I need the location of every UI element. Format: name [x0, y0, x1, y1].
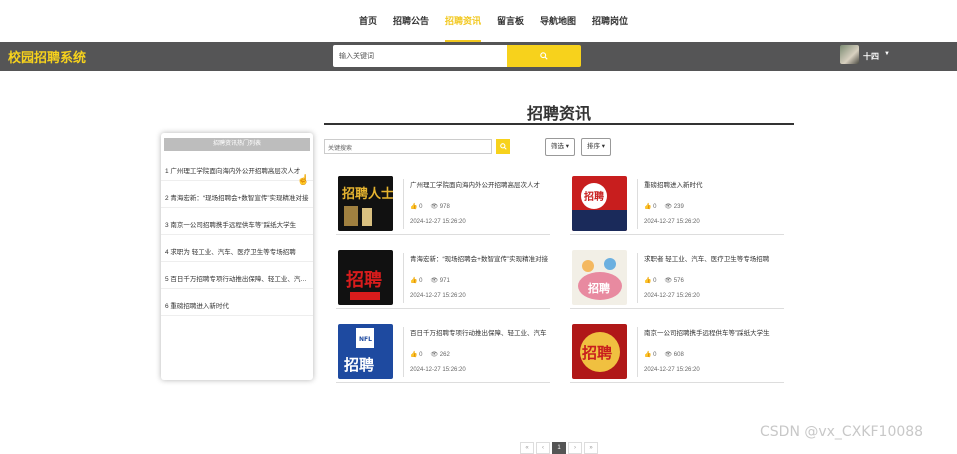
filter-input[interactable]: 关键搜索 — [324, 139, 492, 154]
svg-text:招聘: 招聘 — [344, 356, 374, 374]
hot-list-item[interactable]: 3 南京一公司招聘携手远程供车等”踩纸大学生 — [161, 209, 313, 235]
news-card[interactable]: NFL 招聘 百日千万招聘专项行动推出保障、轻工业、汽车 👍 0 👁 262 202… — [336, 321, 550, 383]
like-icon: 👍 0 — [644, 278, 657, 284]
news-title[interactable]: 求职者 轻工业、汽车、医疗卫生等专场招聘 — [644, 253, 784, 263]
news-date: 2024-12-27 15:26:20 — [644, 367, 700, 373]
username[interactable]: 十四 — [863, 51, 879, 62]
news-date: 2024-12-27 15:26:20 — [644, 219, 700, 225]
sort-dropdown[interactable]: 排序 ▾ — [581, 138, 612, 156]
top-nav: 首页 招聘公告 招聘资讯 留言板 导航地图 招聘岗位 — [0, 0, 957, 42]
hot-list-item[interactable]: 5 百日千万招聘专项行动推出保障、轻工业、汽车等 — [161, 263, 313, 289]
like-icon: 👍 0 — [644, 352, 657, 358]
nav-jobs[interactable]: 招聘岗位 — [592, 0, 628, 42]
news-date: 2024-12-27 15:26:20 — [410, 367, 466, 373]
title-divider — [324, 123, 794, 125]
news-thumbnail: 招聘 — [572, 176, 627, 231]
filter-dropdown[interactable]: 筛选 ▾ — [545, 138, 576, 156]
like-icon: 👍 0 — [644, 204, 657, 210]
view-icon: 👁 978 — [430, 204, 450, 210]
nav-news[interactable]: 招聘资讯 — [444, 0, 481, 42]
news-thumbnail: 招聘 — [572, 324, 627, 379]
svg-text:招聘: 招聘 — [582, 344, 612, 362]
search-icon — [499, 143, 507, 150]
svg-text:NFL: NFL — [359, 336, 372, 343]
news-card[interactable]: 招聘 求职者 轻工业、汽车、医疗卫生等专场招聘 👍 0 👁 576 2024-12… — [570, 247, 784, 309]
pagination: « ‹ 1 › » — [520, 442, 598, 454]
hot-list-heading: 招聘资讯热门列表 — [164, 138, 310, 151]
news-title[interactable]: 百日千万招聘专项行动推出保障、轻工业、汽车 — [410, 327, 550, 337]
brand-logo[interactable]: 校园招聘系统 — [8, 47, 86, 66]
svg-text:招聘: 招聘 — [588, 281, 610, 295]
like-icon: 👍 0 — [410, 352, 423, 358]
news-card[interactable]: 招聘 重磅招聘进入新时代 👍 0 👁 239 2024-12-27 15:26:2… — [570, 173, 784, 235]
news-title[interactable]: 重磅招聘进入新时代 — [644, 179, 784, 189]
like-icon: 👍 0 — [410, 278, 423, 284]
hand-cursor-icon: ☝ — [297, 175, 310, 186]
sort-dropdown-label: 排序 — [587, 143, 600, 150]
like-icon: 👍 0 — [410, 204, 423, 210]
news-thumbnail: NFL 招聘 — [338, 324, 393, 379]
view-icon: 👁 971 — [430, 278, 450, 284]
news-card[interactable]: 招聘 青海宏新：“现场招聘会+数智宣传”实现精准对接 👍 0 👁 971 2024… — [336, 247, 550, 309]
search-icon — [540, 52, 548, 60]
view-icon: 👁 239 — [664, 204, 684, 210]
filter-search-button[interactable] — [496, 139, 510, 154]
nav-map[interactable]: 导航地图 — [540, 0, 576, 42]
hot-list-item[interactable]: 1 广州理工学院面向海内外公开招聘高层次人才 — [161, 155, 313, 181]
view-icon: 👁 576 — [664, 278, 684, 284]
news-card[interactable]: 招聘 南京一公司招聘携手远程供车等”踩纸大学生 👍 0 👁 608 2024-12… — [570, 321, 784, 383]
news-thumbnail: 招聘 — [338, 250, 393, 305]
pager-prev-button[interactable]: ‹ — [536, 442, 550, 454]
news-title[interactable]: 南京一公司招聘携手远程供车等”踩纸大学生 — [644, 327, 784, 337]
watermark: CSDN @vx_CXKF10088 — [760, 424, 924, 440]
page-title: 招聘资讯 — [526, 104, 591, 123]
view-icon: 👁 262 — [430, 352, 450, 358]
hot-list-item[interactable]: 6 重磅招聘进入新时代 — [161, 290, 313, 316]
news-card[interactable]: 招聘人士 广州理工学院面向海内外公开招聘高层次人才 👍 0 👁 978 2024-… — [336, 173, 550, 235]
header-bar: 校园招聘系统 输入关键词 十四 ▼ — [0, 42, 957, 71]
news-thumbnail: 招聘人士 — [338, 176, 393, 231]
hot-list-item[interactable]: 2 青海宏新：“现场招聘会+数智宣传”实现精准对接 — [161, 182, 313, 208]
pager-next-button[interactable]: › — [568, 442, 582, 454]
news-title[interactable]: 青海宏新：“现场招聘会+数智宣传”实现精准对接 — [410, 253, 550, 263]
pager-first-button[interactable]: « — [520, 442, 534, 454]
hot-list-panel: 招聘资讯热门列表 1 广州理工学院面向海内外公开招聘高层次人才 2 青海宏新：“… — [161, 133, 313, 380]
news-date: 2024-12-27 15:26:20 — [644, 293, 700, 299]
svg-text:招聘: 招聘 — [584, 190, 604, 203]
svg-text:招聘: 招聘 — [346, 269, 382, 291]
search-input[interactable]: 输入关键词 — [333, 45, 508, 67]
news-thumbnail: 招聘 — [572, 250, 627, 305]
nav-message-board[interactable]: 留言板 — [497, 0, 524, 42]
news-date: 2024-12-27 15:26:20 — [410, 293, 466, 299]
pager-current-page[interactable]: 1 — [552, 442, 566, 454]
pager-last-button[interactable]: » — [584, 442, 598, 454]
search-button[interactable] — [507, 45, 581, 67]
chevron-down-icon[interactable]: ▼ — [884, 51, 890, 57]
news-date: 2024-12-27 15:26:20 — [410, 219, 466, 225]
news-title[interactable]: 广州理工学院面向海内外公开招聘高层次人才 — [410, 179, 550, 189]
svg-text:招聘人士: 招聘人士 — [342, 186, 393, 202]
hot-list-item[interactable]: 4 求职为 轻工业、汽车、医疗卫生等专场招聘 — [161, 236, 313, 262]
filter-dropdown-label: 筛选 — [551, 143, 564, 150]
nav-notices[interactable]: 招聘公告 — [393, 0, 429, 42]
avatar[interactable] — [840, 45, 859, 64]
nav-home[interactable]: 首页 — [359, 0, 377, 42]
view-icon: 👁 608 — [664, 352, 684, 358]
